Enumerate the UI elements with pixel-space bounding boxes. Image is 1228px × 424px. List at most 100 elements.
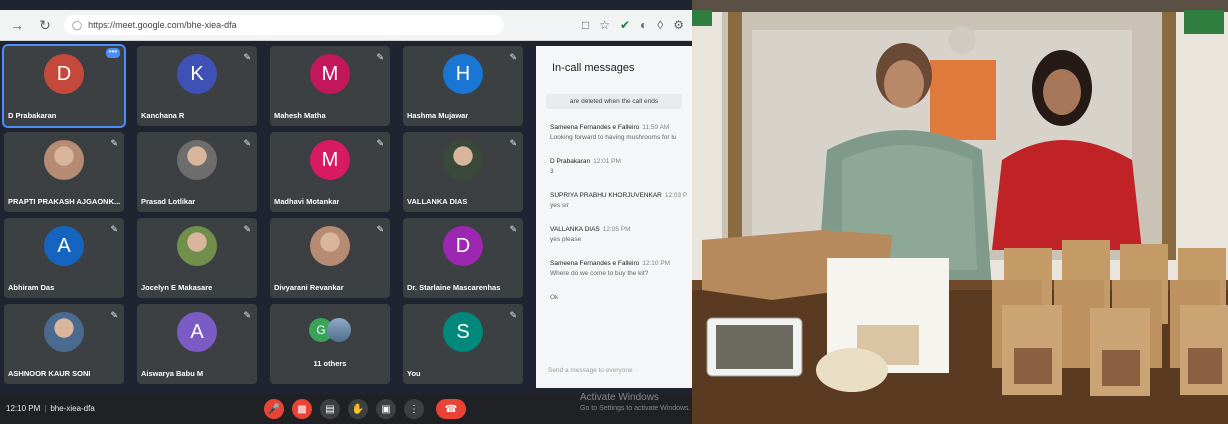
chat-input[interactable]: Send a message to everyone xyxy=(548,367,633,374)
star-icon[interactable]: ☆ xyxy=(599,18,610,32)
watermark-title: Activate Windows xyxy=(580,392,659,403)
participant-name: Hashma Mujawar xyxy=(407,111,469,120)
chat-message: SUPRIYA PRABHU KHORJUVENKAR 12:03 P yes si… xyxy=(550,191,692,211)
chat-message: D Prabakaran 12:01 PM 3 xyxy=(550,157,692,177)
profile-photo xyxy=(177,140,217,180)
message-text: Ok xyxy=(550,294,559,301)
more-options-icon[interactable]: ••• xyxy=(106,48,120,58)
participant-name: Dr. Starlaine Mascarenhas xyxy=(407,283,501,292)
address-bar[interactable]: ◯ https://meet.google.com/bhe-xiea-dfa xyxy=(64,15,504,35)
mushroom-kit-photo xyxy=(692,0,1228,424)
participant-name: ASHNOOR KAUR SONI xyxy=(8,369,91,378)
lock-icon: ◯ xyxy=(72,19,83,30)
mic-muted-icon: ✎ xyxy=(110,224,118,234)
message-sender: Sameena Fernandes e Falleiro xyxy=(550,260,640,267)
participant-name: Jocelyn E Makasare xyxy=(141,283,213,292)
participant-tile[interactable]: ASHNOOR KAUR SONI ✎ xyxy=(4,304,124,384)
captions-icon[interactable]: ▤ xyxy=(320,399,340,419)
participant-name: VALLANKA DIAS xyxy=(407,197,468,206)
participant-tile[interactable]: S You ✎ xyxy=(403,304,523,384)
hand-icon[interactable]: ✋ xyxy=(348,399,368,419)
participant-tile[interactable]: Divyarani Revankar ✎ xyxy=(270,218,390,298)
back-arrow-icon[interactable]: → xyxy=(6,14,28,36)
present-icon[interactable]: ▣ xyxy=(376,399,396,419)
avatar: M xyxy=(310,54,350,94)
participant-name: Prasad Lotlikar xyxy=(141,197,196,206)
message-sender: SUPRIYA PRABHU KHORJUVENKAR xyxy=(550,192,662,199)
mic-muted-icon: ✎ xyxy=(243,52,251,62)
participant-tile[interactable]: H Hashma Mujawar ✎ xyxy=(403,46,523,126)
camera-off-icon[interactable]: ▩ xyxy=(292,399,312,419)
participant-name: D Prabakaran xyxy=(8,111,57,120)
avatar: K xyxy=(177,54,217,94)
others-avatars: G xyxy=(309,318,351,342)
mic-off-icon[interactable]: 🎤 xyxy=(264,399,284,419)
meeting-time: 12:10 PM xyxy=(6,404,41,413)
message-time: 12:03 P xyxy=(664,192,688,199)
participant-name: Abhiram Das xyxy=(8,283,55,292)
tab-icon[interactable]: □ xyxy=(582,18,589,32)
mic-muted-icon: ✎ xyxy=(509,310,517,320)
participant-tile[interactable]: A Abhiram Das ✎ xyxy=(4,218,124,298)
participant-name: Mahesh Matha xyxy=(274,111,326,120)
settings-icon[interactable]: ⚙ xyxy=(673,18,684,32)
profile-photo xyxy=(44,312,84,352)
puzzle-icon[interactable]: ◊ xyxy=(657,18,663,32)
participant-tile[interactable]: K Kanchana R ✎ xyxy=(137,46,257,126)
check-icon[interactable]: ✔ xyxy=(620,18,630,32)
chat-notice: are deleted when the call ends xyxy=(546,94,682,109)
message-text: Looking forward to having mushrooms for … xyxy=(550,134,677,141)
participant-name: PRAPTI PRAKASH AJGAONK... xyxy=(8,197,120,206)
watermark-subtitle: Go to Settings to activate Windows. xyxy=(580,405,691,412)
mic-muted-icon: ✎ xyxy=(110,138,118,148)
mic-muted-icon: ✎ xyxy=(509,52,517,62)
message-time: 11:59 AM xyxy=(642,124,670,131)
chat-panel: In-call messages are deleted when the ca… xyxy=(536,46,692,388)
message-time: 12:05 PM xyxy=(602,226,631,233)
participant-tile[interactable]: A Aiswarya Babu M ✎ xyxy=(137,304,257,384)
participant-tile[interactable]: G 11 others xyxy=(270,304,390,384)
participant-name: You xyxy=(407,369,421,378)
participant-tile[interactable]: D Dr. Starlaine Mascarenhas ✎ xyxy=(403,218,523,298)
photo-scene xyxy=(692,0,1228,424)
participant-tile[interactable]: VALLANKA DIAS ✎ xyxy=(403,132,523,212)
chat-title: In-call messages xyxy=(552,62,635,74)
avatar: D xyxy=(443,226,483,266)
mic-muted-icon: ✎ xyxy=(243,138,251,148)
message-text: 3 xyxy=(550,168,554,175)
profile-photo xyxy=(177,226,217,266)
participant-name: Divyarani Revankar xyxy=(274,283,344,292)
browser-toolbar: → ↻ ◯ https://meet.google.com/bhe-xiea-d… xyxy=(0,10,692,41)
message-time: 12:10 PM xyxy=(642,260,671,267)
mic-muted-icon: ✎ xyxy=(376,138,384,148)
refresh-circle-icon[interactable]: ◐ xyxy=(640,18,647,32)
participant-tile[interactable]: Prasad Lotlikar ✎ xyxy=(137,132,257,212)
message-text: Where do we come to buy the kit? xyxy=(550,270,649,277)
activate-windows-watermark: Activate Windows Go to Settings to activ… xyxy=(580,392,691,414)
message-time: 12:01 PM xyxy=(593,158,621,165)
participant-tile[interactable]: M Madhavi Motankar ✎ xyxy=(270,132,390,212)
chat-message: Sameena Fernandes e Falleiro 12:10 PM Wher… xyxy=(550,259,692,279)
participant-tile[interactable]: M Mahesh Matha ✎ xyxy=(270,46,390,126)
participant-name: Kanchana R xyxy=(141,111,185,120)
meeting-code: bhe-xiea-dfa xyxy=(50,404,95,413)
avatar: S xyxy=(443,312,483,352)
message-sender: VALLANKA DIAS xyxy=(550,226,600,233)
more-icon[interactable]: ⋮ xyxy=(404,399,424,419)
chat-messages: Sameena Fernandes e Falleiro 11:59 AM Look… xyxy=(536,123,692,303)
message-sender: Sameena Fernandes e Falleiro xyxy=(550,124,640,131)
avatar: A xyxy=(177,312,217,352)
avatar: H xyxy=(443,54,483,94)
chat-message: Ok xyxy=(550,293,692,303)
profile-photo xyxy=(443,140,483,180)
mic-muted-icon: ✎ xyxy=(243,310,251,320)
reload-icon[interactable]: ↻ xyxy=(34,14,56,36)
participant-tile[interactable]: PRAPTI PRAKASH AJGAONK... ✎ xyxy=(4,132,124,212)
mic-muted-icon: ✎ xyxy=(509,138,517,148)
end-call-icon[interactable]: ☎ xyxy=(436,399,466,419)
message-sender: D Prabakaran xyxy=(550,158,591,165)
mic-muted-icon: ✎ xyxy=(509,224,517,234)
mic-muted-icon: ✎ xyxy=(376,52,384,62)
participant-tile[interactable]: D D Prabakaran ••• xyxy=(2,44,126,128)
participant-tile[interactable]: Jocelyn E Makasare ✎ xyxy=(137,218,257,298)
